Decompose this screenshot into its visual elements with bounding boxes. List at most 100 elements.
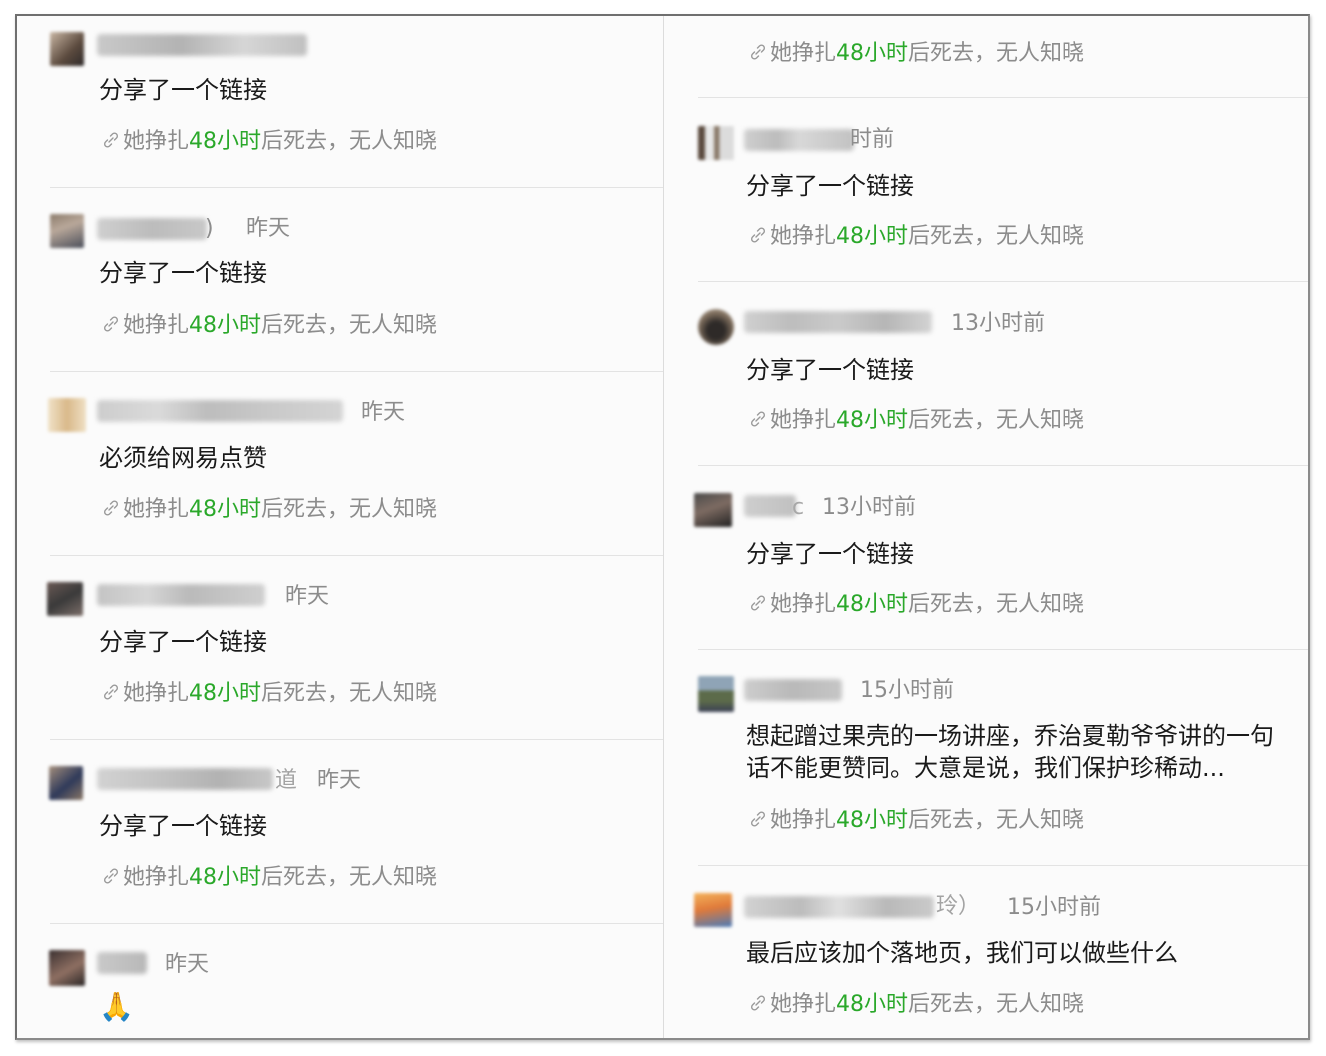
link-icon bbox=[750, 227, 766, 243]
post-time: 13小时前 bbox=[822, 495, 916, 520]
list-item[interactable]: ) 昨天 分享了一个链接 她挣扎48小时后死去，无人知晓 bbox=[17, 188, 663, 372]
list-item[interactable]: c 13小时前 分享了一个链接 她挣扎48小时后死去，无人知晓 bbox=[664, 466, 1308, 650]
post-content: 分享了一个链接 bbox=[746, 540, 914, 568]
link-title-prefix: 她挣扎 bbox=[123, 865, 190, 890]
link-title-highlight: 48小时 bbox=[836, 408, 909, 433]
link-title-suffix: 后死去，无人知晓 bbox=[908, 41, 1085, 66]
link-title-highlight: 48小时 bbox=[836, 808, 909, 833]
link-icon bbox=[750, 595, 766, 611]
shared-link[interactable]: 她挣扎48小时后死去，无人知晓 bbox=[748, 808, 1084, 834]
feed-column-right: 她挣扎48小时后死去，无人知晓 时前 分享了一个链接 她挣扎48小时后死去，无人… bbox=[664, 16, 1308, 1038]
list-item[interactable]: 分享了一个链接 她挣扎48小时后死去，无人知晓 bbox=[17, 16, 663, 188]
link-title-suffix: 后死去，无人知晓 bbox=[261, 681, 438, 706]
link-title-prefix: 她挣扎 bbox=[770, 224, 837, 249]
user-name-blurred[interactable] bbox=[97, 400, 343, 422]
list-item[interactable]: 15小时前 想起蹭过果壳的一场讲座，乔治夏勒爷爷讲的一句话不能更赞同。大意是说，… bbox=[664, 650, 1308, 866]
link-title-suffix: 后死去，无人知晓 bbox=[908, 992, 1085, 1017]
avatar[interactable] bbox=[698, 676, 734, 712]
link-title-prefix: 她挣扎 bbox=[123, 497, 190, 522]
list-item[interactable]: 昨天 🙏 bbox=[17, 924, 663, 1038]
link-title-suffix: 后死去，无人知晓 bbox=[908, 224, 1085, 249]
shared-link[interactable]: 她挣扎48小时后死去，无人知晓 bbox=[101, 497, 437, 523]
list-item[interactable]: 她挣扎48小时后死去，无人知晓 bbox=[664, 16, 1308, 98]
avatar[interactable] bbox=[694, 493, 732, 527]
post-time: 时前 bbox=[850, 127, 895, 152]
post-content: 想起蹭过果壳的一场讲座，乔治夏勒爷爷讲的一句话不能更赞同。大意是说，我们保护珍稀… bbox=[746, 722, 1274, 782]
link-title-highlight: 48小时 bbox=[189, 313, 262, 338]
shared-link[interactable]: 她挣扎48小时后死去，无人知晓 bbox=[101, 681, 437, 707]
avatar[interactable] bbox=[698, 309, 734, 345]
link-title-suffix: 后死去，无人知晓 bbox=[908, 592, 1085, 617]
user-name-blurred[interactable] bbox=[97, 768, 273, 790]
post-content: 分享了一个链接 bbox=[99, 812, 267, 840]
list-item[interactable]: 13小时前 分享了一个链接 她挣扎48小时后死去，无人知晓 bbox=[664, 282, 1308, 466]
link-icon bbox=[103, 684, 119, 700]
link-title-highlight: 48小时 bbox=[189, 497, 262, 522]
link-icon bbox=[103, 868, 119, 884]
link-title-suffix: 后死去，无人知晓 bbox=[908, 408, 1085, 433]
avatar[interactable] bbox=[50, 214, 84, 248]
avatar[interactable] bbox=[50, 32, 84, 66]
link-title-suffix: 后死去，无人知晓 bbox=[908, 808, 1085, 833]
pray-emoji: 🙏 bbox=[99, 990, 134, 1023]
link-title-prefix: 她挣扎 bbox=[770, 41, 837, 66]
link-title-suffix: 后死去，无人知晓 bbox=[261, 129, 438, 154]
shared-link[interactable]: 她挣扎48小时后死去，无人知晓 bbox=[748, 41, 1084, 67]
link-title-prefix: 她挣扎 bbox=[770, 992, 837, 1017]
post-content: 分享了一个链接 bbox=[746, 172, 914, 200]
link-icon bbox=[750, 44, 766, 60]
list-item[interactable]: 昨天 必须给网易点赞 她挣扎48小时后死去，无人知晓 bbox=[17, 372, 663, 556]
user-name-blurred[interactable] bbox=[744, 679, 842, 701]
shared-link[interactable]: 她挣扎48小时后死去，无人知晓 bbox=[748, 992, 1084, 1018]
post-time: 15小时前 bbox=[1007, 895, 1101, 920]
user-name-blurred[interactable] bbox=[744, 495, 796, 517]
link-icon bbox=[750, 811, 766, 827]
avatar[interactable] bbox=[47, 582, 83, 616]
user-name-blurred[interactable] bbox=[97, 584, 265, 606]
link-icon bbox=[103, 316, 119, 332]
user-name-visible: ) bbox=[205, 216, 214, 241]
post-time: 昨天 bbox=[317, 768, 362, 793]
avatar[interactable] bbox=[48, 398, 86, 432]
shared-link[interactable]: 她挣扎48小时后死去，无人知晓 bbox=[101, 865, 437, 891]
avatar[interactable] bbox=[698, 126, 734, 160]
link-title-prefix: 她挣扎 bbox=[123, 681, 190, 706]
user-name-blurred[interactable] bbox=[97, 952, 147, 974]
shared-link[interactable]: 她挣扎48小时后死去，无人知晓 bbox=[101, 129, 437, 155]
post-content: 必须给网易点赞 bbox=[99, 444, 267, 472]
avatar[interactable] bbox=[49, 766, 83, 800]
shared-link[interactable]: 她挣扎48小时后死去，无人知晓 bbox=[748, 592, 1084, 618]
user-name-blurred[interactable] bbox=[744, 129, 854, 151]
shared-link[interactable]: 她挣扎48小时后死去，无人知晓 bbox=[748, 408, 1084, 434]
link-title-suffix: 后死去，无人知晓 bbox=[261, 313, 438, 338]
list-item[interactable]: 时前 分享了一个链接 她挣扎48小时后死去，无人知晓 bbox=[664, 98, 1308, 282]
list-item[interactable]: 玲） 15小时前 最后应该加个落地页，我们可以做些什么 她挣扎48小时后死去，无… bbox=[664, 866, 1308, 1038]
user-name-blurred[interactable] bbox=[97, 218, 207, 240]
post-content: 分享了一个链接 bbox=[99, 259, 267, 287]
user-name-visible: 玲） bbox=[936, 894, 981, 919]
avatar[interactable] bbox=[49, 950, 85, 986]
post-time: 昨天 bbox=[165, 952, 210, 977]
feed-column-left: 分享了一个链接 她挣扎48小时后死去，无人知晓 ) 昨天 分享了一个链接 她挣扎… bbox=[17, 16, 664, 1038]
avatar[interactable] bbox=[694, 893, 732, 927]
link-title-suffix: 后死去，无人知晓 bbox=[261, 865, 438, 890]
link-title-prefix: 她挣扎 bbox=[123, 129, 190, 154]
post-content: 最后应该加个落地页，我们可以做些什么 bbox=[746, 939, 1178, 967]
link-title-highlight: 48小时 bbox=[189, 681, 262, 706]
user-name-visible: 道 bbox=[275, 768, 298, 793]
link-title-prefix: 她挣扎 bbox=[123, 313, 190, 338]
post-content: 分享了一个链接 bbox=[99, 76, 267, 104]
feed-window: 分享了一个链接 她挣扎48小时后死去，无人知晓 ) 昨天 分享了一个链接 她挣扎… bbox=[15, 14, 1310, 1040]
link-icon bbox=[750, 411, 766, 427]
shared-link[interactable]: 她挣扎48小时后死去，无人知晓 bbox=[748, 224, 1084, 250]
link-title-prefix: 她挣扎 bbox=[770, 808, 837, 833]
link-title-suffix: 后死去，无人知晓 bbox=[261, 497, 438, 522]
shared-link[interactable]: 她挣扎48小时后死去，无人知晓 bbox=[101, 313, 437, 339]
list-item[interactable]: 道 昨天 分享了一个链接 她挣扎48小时后死去，无人知晓 bbox=[17, 740, 663, 924]
list-item[interactable]: 昨天 分享了一个链接 她挣扎48小时后死去，无人知晓 bbox=[17, 556, 663, 740]
user-name-blurred[interactable] bbox=[744, 896, 934, 918]
user-name-visible: c bbox=[792, 495, 805, 520]
user-name-blurred[interactable] bbox=[744, 311, 932, 333]
user-name-blurred[interactable] bbox=[97, 34, 307, 56]
link-icon bbox=[103, 500, 119, 516]
